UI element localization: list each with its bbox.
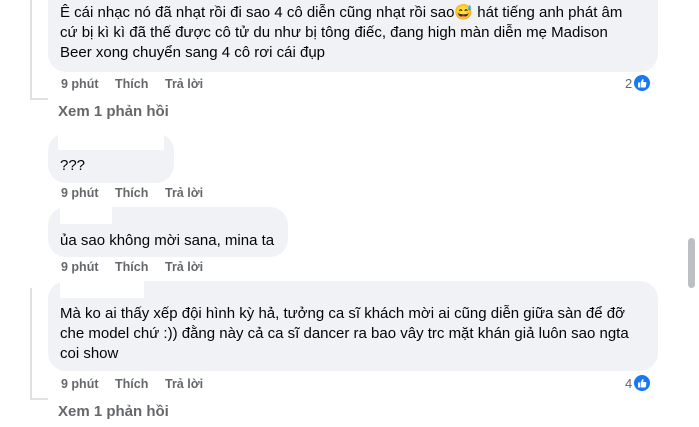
redacted-author-name: [60, 281, 144, 298]
comment-text-line: Beer xong chuyển sang 4 cô rơi cái đụp: [60, 44, 325, 61]
comment-actions: 9 phút Thích Trả lời: [61, 377, 203, 391]
thread-line: [30, 288, 32, 400]
reaction-summary[interactable]: 2: [625, 75, 651, 91]
see-replies-link[interactable]: Xem 1 phản hồi: [58, 103, 169, 120]
comment-bubble: ???: [48, 133, 174, 183]
like-button[interactable]: Thích: [115, 377, 165, 391]
reaction-summary[interactable]: 4: [625, 375, 651, 391]
reply-button[interactable]: Trả lời: [165, 377, 203, 391]
comment-text-line: coi show: [60, 345, 119, 362]
reply-button[interactable]: Trả lời: [165, 77, 203, 91]
thumbs-up-icon: [634, 375, 651, 391]
comment-bubble: Mà ko ai thấy xếp đội hình kỳ hả, tưởng …: [48, 281, 658, 371]
like-button[interactable]: Thích: [115, 186, 165, 200]
comment-text: ???: [60, 157, 86, 174]
thread-line: [30, 398, 48, 400]
comment-time[interactable]: 9 phút: [61, 186, 115, 200]
comment-time[interactable]: 9 phút: [61, 77, 115, 91]
comment-text: ủa sao không mời sana, mina ta: [60, 232, 275, 249]
comment-text-line: che model chứ :)) đằng này cả ca sĩ danc…: [60, 325, 629, 342]
comment-time[interactable]: 9 phút: [61, 260, 115, 274]
reaction-count: 4: [625, 375, 633, 391]
comment-time[interactable]: 9 phút: [61, 377, 115, 391]
see-replies-link[interactable]: Xem 1 phản hồi: [58, 403, 169, 420]
comment-actions: 9 phút Thích Trả lời: [61, 260, 203, 274]
thumbs-up-icon: [634, 75, 651, 91]
comment-bubble: ủa sao không mời sana, mina ta: [48, 207, 288, 257]
comment-text-line: Ê cái nhạc nó đã nhạt rồi đi sao 4 cô di…: [60, 4, 623, 21]
comment-actions: 9 phút Thích Trả lời: [61, 186, 203, 200]
redacted-author-name: [60, 207, 112, 224]
reaction-count: 2: [625, 75, 633, 91]
comment-text-line: Mà ko ai thấy xếp đội hình kỳ hả, tưởng …: [60, 305, 625, 322]
thread-line: [30, 98, 48, 100]
comment-text-line: cứ bị kì kì đã thế được cô tử du như bị …: [60, 24, 608, 41]
comment-actions: 9 phút Thích Trả lời: [61, 77, 203, 91]
thread-line: [30, 0, 32, 100]
reply-button[interactable]: Trả lời: [165, 260, 203, 274]
like-button[interactable]: Thích: [115, 260, 165, 274]
scrollbar-thumb[interactable]: [688, 238, 695, 288]
reply-button[interactable]: Trả lời: [165, 186, 203, 200]
redacted-author-name: [58, 133, 164, 150]
like-button[interactable]: Thích: [115, 77, 165, 91]
comment-bubble: Ê cái nhạc nó đã nhạt rồi đi sao 4 cô di…: [48, 0, 658, 72]
